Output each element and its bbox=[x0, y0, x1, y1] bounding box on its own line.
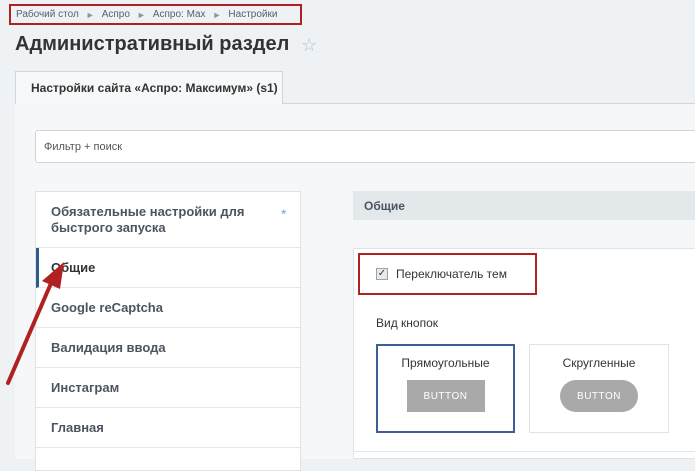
theme-switcher-option[interactable]: ✓ Переключатель тем bbox=[358, 253, 537, 295]
breadcrumb-item-settings[interactable]: Настройки bbox=[228, 9, 277, 20]
sidebar-item-label: Валидация ввода bbox=[51, 340, 166, 355]
button-view-label: Вид кнопок bbox=[376, 316, 439, 330]
sidebar-item-label: Главная bbox=[51, 420, 104, 435]
sidebar-item-input-validation[interactable]: Валидация ввода bbox=[36, 328, 300, 368]
sidebar-item-label: Общие bbox=[51, 260, 96, 275]
sidebar-item-label: Google reCaptcha bbox=[51, 300, 163, 315]
breadcrumb-separator-icon: ► bbox=[212, 9, 222, 20]
button-style-label: Скругленные bbox=[562, 356, 636, 370]
breadcrumb-separator-icon: ► bbox=[85, 9, 95, 20]
tab-label: Настройки сайта «Аспро: Максимум» (s1) bbox=[31, 81, 278, 95]
tab-site-settings[interactable]: Настройки сайта «Аспро: Максимум» (s1) bbox=[15, 71, 283, 104]
theme-switcher-label: Переключатель тем bbox=[396, 267, 507, 281]
button-style-rounded[interactable]: Скругленные BUTTON bbox=[529, 344, 669, 433]
breadcrumb: Рабочий стол ► Аспро ► Аспро: Max ► Наст… bbox=[9, 4, 302, 25]
sidebar-item-instagram[interactable]: Инстаграм bbox=[36, 368, 300, 408]
filter-search-input[interactable] bbox=[35, 130, 695, 163]
section-title: Общие bbox=[364, 198, 405, 213]
required-asterisk-icon: * bbox=[281, 207, 286, 221]
sidebar-item-label: Обязательные настройки для быстрого запу… bbox=[51, 203, 245, 235]
settings-sidebar: Обязательные настройки для быстрого запу… bbox=[35, 191, 301, 471]
divider bbox=[353, 451, 695, 452]
button-style-rectangular[interactable]: Прямоугольные BUTTON bbox=[376, 344, 515, 433]
sidebar-item-general[interactable]: Общие bbox=[36, 248, 300, 288]
sidebar-item-recaptcha[interactable]: Google reCaptcha bbox=[36, 288, 300, 328]
button-style-label: Прямоугольные bbox=[401, 356, 490, 370]
breadcrumb-item-desktop[interactable]: Рабочий стол bbox=[16, 9, 79, 20]
breadcrumb-separator-icon: ► bbox=[136, 9, 146, 20]
section-header: Общие bbox=[353, 191, 695, 220]
button-preview: BUTTON bbox=[406, 380, 485, 412]
sidebar-item-label: Инстаграм bbox=[51, 380, 120, 395]
sidebar-item-required-settings[interactable]: Обязательные настройки для быстрого запу… bbox=[36, 192, 300, 248]
breadcrumb-item-aspro[interactable]: Аспро bbox=[102, 9, 130, 20]
button-preview: BUTTON bbox=[560, 380, 638, 412]
star-icon[interactable]: ☆ bbox=[301, 36, 319, 54]
breadcrumb-item-aspro-max[interactable]: Аспро: Max bbox=[153, 9, 206, 20]
page-title: Административный раздел bbox=[15, 33, 290, 55]
sidebar-item-main[interactable]: Главная bbox=[36, 408, 300, 448]
theme-switcher-checkbox[interactable]: ✓ bbox=[376, 268, 388, 280]
